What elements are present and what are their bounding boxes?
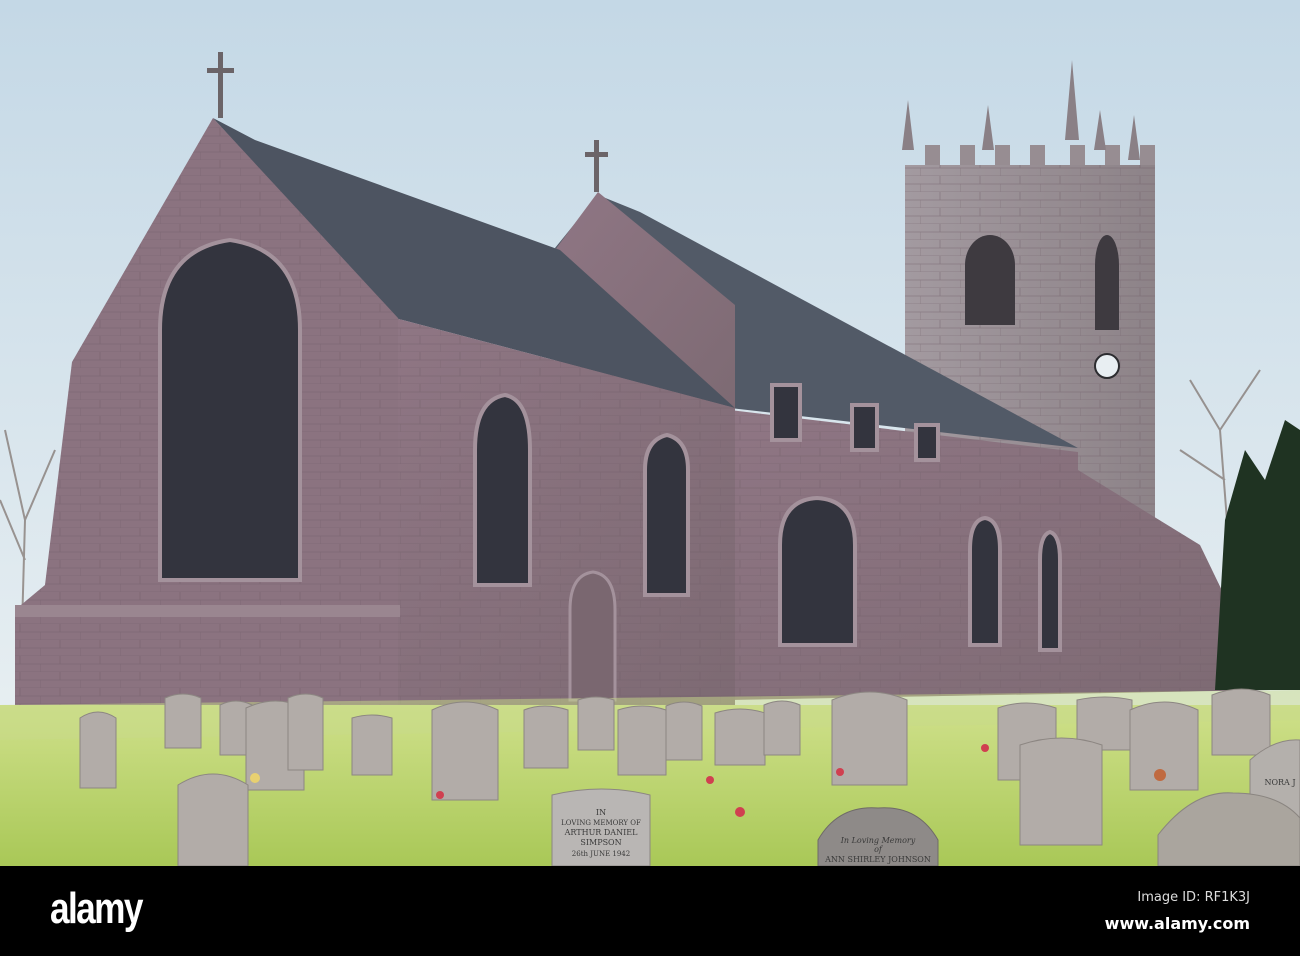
alamy-logo[interactable]: alamy (50, 884, 143, 934)
door (568, 570, 617, 702)
clock-icon (1094, 353, 1120, 379)
church-photo: IN LOVING MEMORY OF ARTHUR DANIEL SIMPSO… (0, 0, 1300, 866)
svg-text:LOVING MEMORY OF: LOVING MEMORY OF (561, 819, 641, 827)
website-link[interactable]: www.alamy.com (1105, 914, 1250, 933)
svg-text:In Loving Memory: In Loving Memory (840, 836, 916, 845)
svg-text:ANN SHIRLEY JOHNSON: ANN SHIRLEY JOHNSON (824, 855, 931, 864)
svg-text:ARTHUR DANIEL: ARTHUR DANIEL (564, 828, 638, 837)
svg-text:26th JUNE 1942: 26th JUNE 1942 (572, 850, 630, 858)
svg-text:NORA J: NORA J (1264, 778, 1295, 787)
svg-text:IN: IN (596, 808, 606, 817)
watermark-footer: alamy Image ID: RF1K3J www.alamy.com (0, 866, 1300, 956)
image-id: Image ID: RF1K3J (1137, 890, 1250, 905)
svg-text:SIMPSON: SIMPSON (580, 838, 621, 847)
gravestone-simpson: IN LOVING MEMORY OF ARTHUR DANIEL SIMPSO… (551, 788, 651, 866)
